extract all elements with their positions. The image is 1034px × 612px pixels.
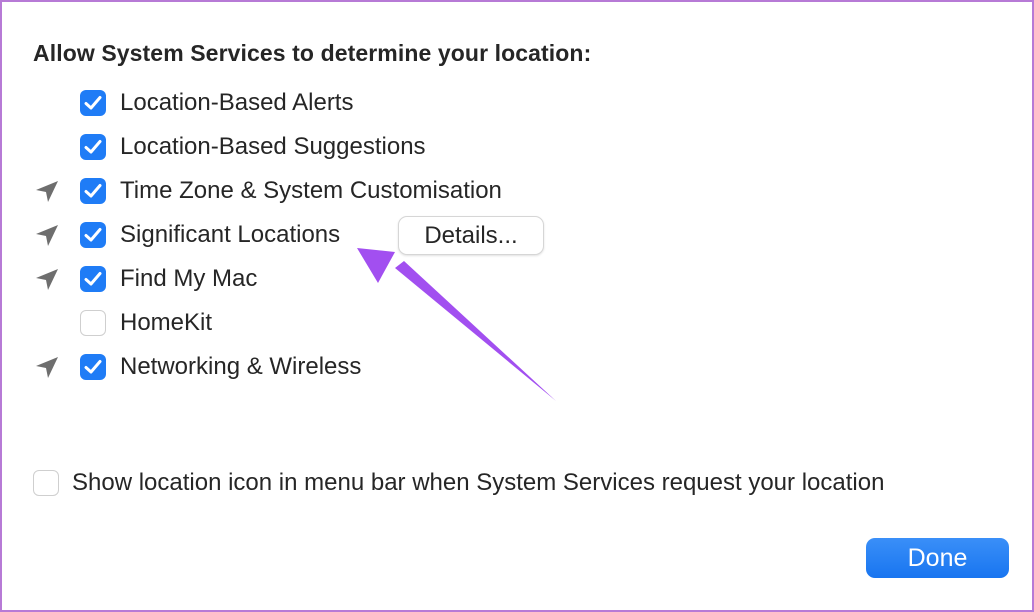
checkbox-show-location-icon[interactable] [33, 470, 59, 496]
location-arrow-icon [36, 269, 58, 290]
checkbox-networking-wireless[interactable] [80, 354, 106, 380]
checkmark-icon [84, 228, 102, 242]
label-time-zone: Time Zone & System Customisation [120, 177, 502, 204]
checkmark-icon [84, 140, 102, 154]
details-button[interactable]: Details... [398, 216, 544, 255]
checkbox-significant-locations[interactable] [80, 222, 106, 248]
dialog-heading: Allow System Services to determine your … [33, 40, 592, 66]
checkbox-time-zone[interactable] [80, 178, 106, 204]
checkbox-homekit[interactable] [80, 310, 106, 336]
label-show-location-icon: Show location icon in menu bar when Syst… [72, 469, 885, 496]
label-find-my-mac: Find My Mac [120, 265, 258, 292]
label-location-based-suggestions: Location-Based Suggestions [120, 133, 426, 160]
location-arrow-icon [36, 357, 58, 378]
label-significant-locations: Significant Locations [120, 221, 341, 248]
checkbox-location-based-alerts[interactable] [80, 90, 106, 116]
checkmark-icon [84, 360, 102, 374]
label-networking-wireless: Networking & Wireless [120, 353, 362, 380]
checkmark-icon [84, 272, 102, 286]
checkbox-find-my-mac[interactable] [80, 266, 106, 292]
label-homekit: HomeKit [120, 309, 213, 336]
done-button[interactable]: Done [866, 538, 1009, 578]
checkmark-icon [84, 184, 102, 198]
checkbox-location-based-suggestions[interactable] [80, 134, 106, 160]
location-arrow-icon [36, 225, 58, 246]
checkmark-icon [84, 96, 102, 110]
location-arrow-icon [36, 181, 58, 202]
label-location-based-alerts: Location-Based Alerts [120, 89, 354, 116]
